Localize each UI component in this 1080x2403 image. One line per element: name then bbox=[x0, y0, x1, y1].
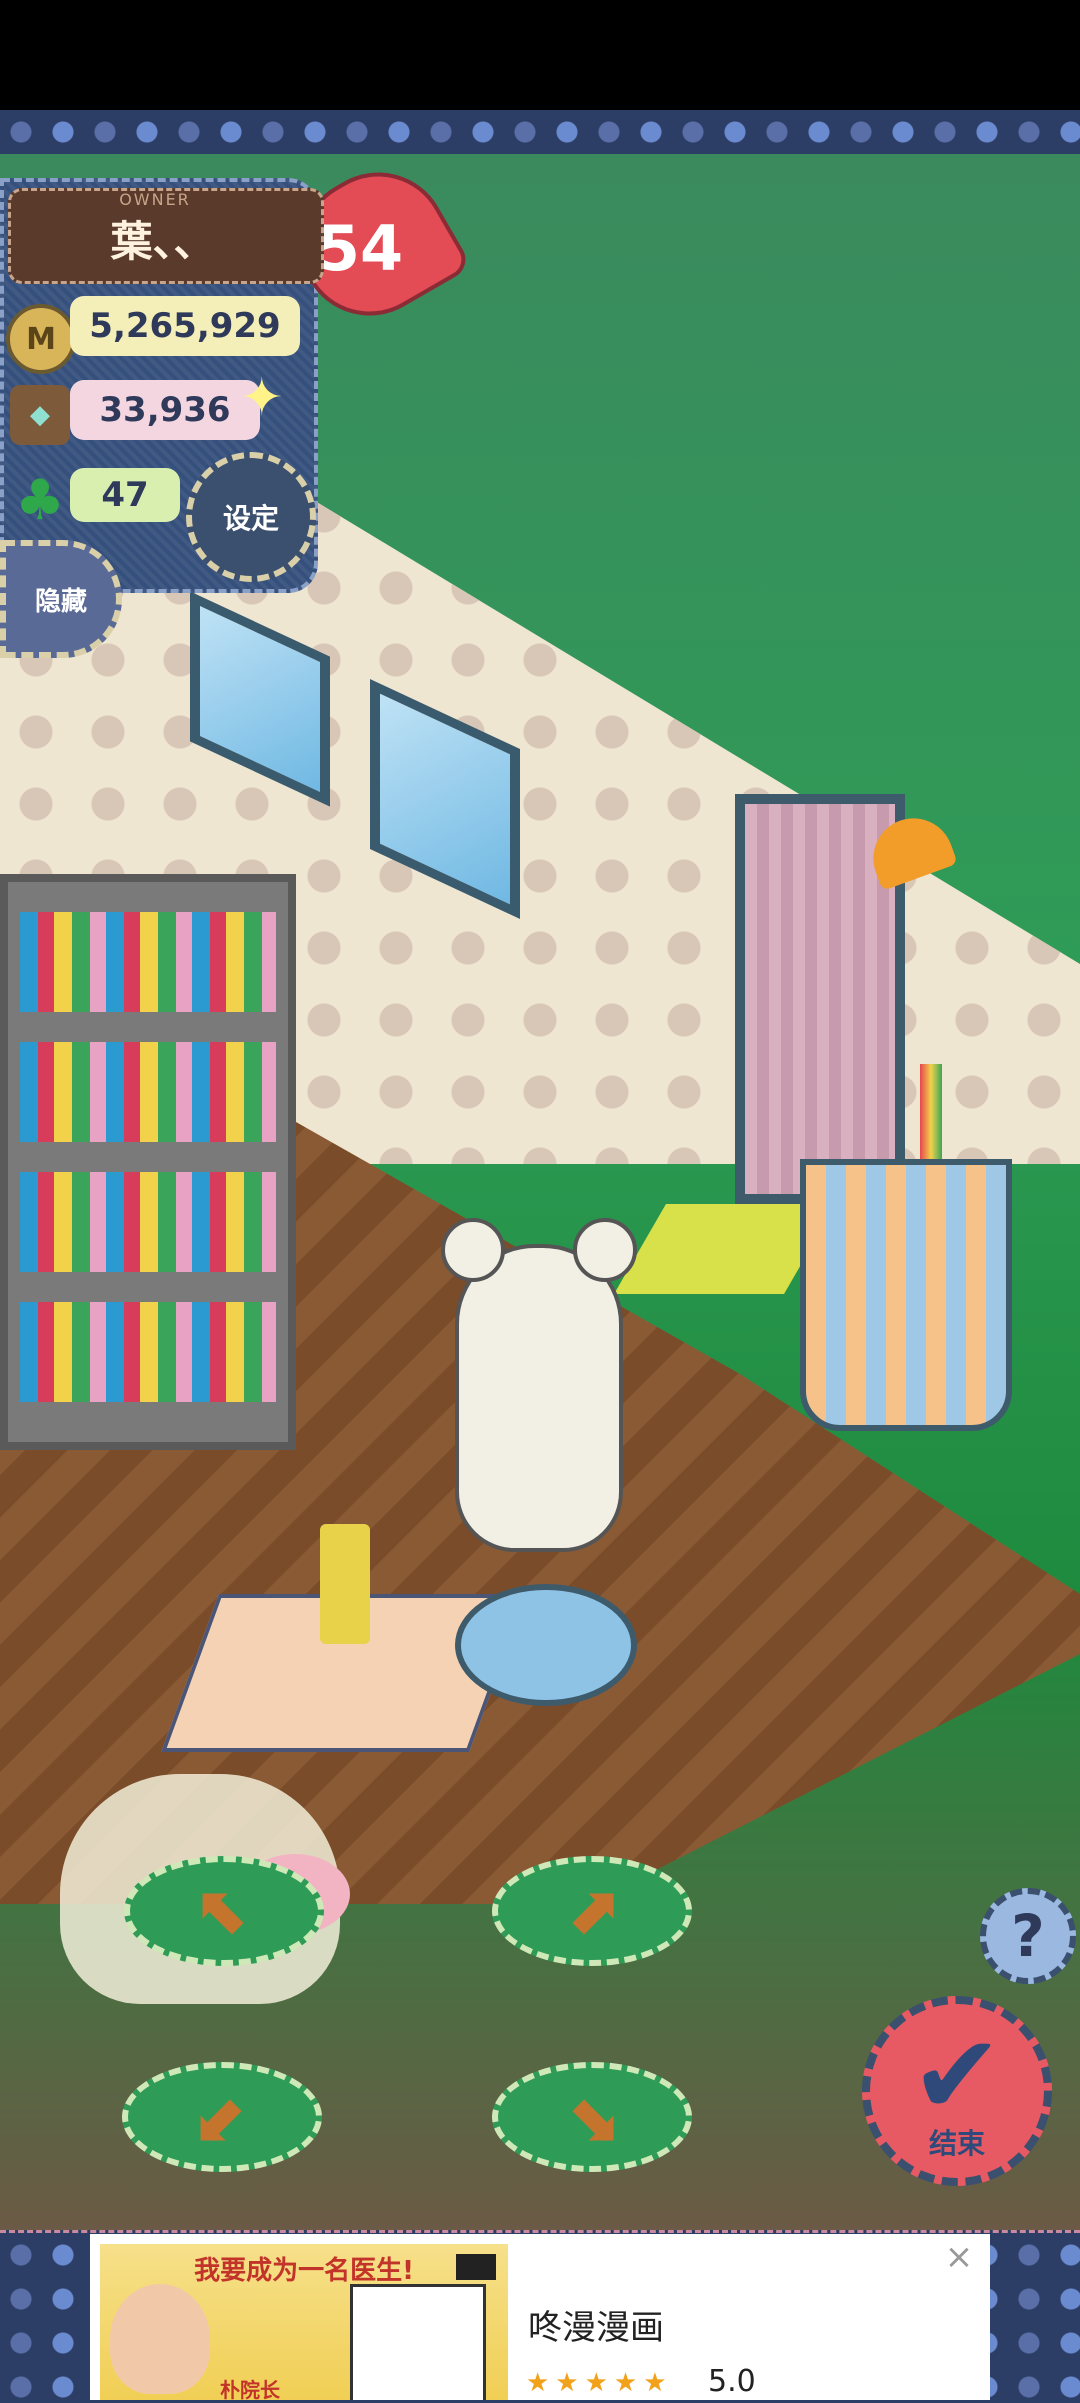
teddy-bear-character[interactable] bbox=[441, 1218, 637, 1552]
ad-badge bbox=[456, 2254, 496, 2280]
ad-image[interactable]: 我要成为一名医生! 朴院长 bbox=[100, 2244, 508, 2400]
book-row bbox=[20, 1302, 276, 1402]
move-up-left-button[interactable]: ⬉ bbox=[124, 1856, 324, 1966]
status-bar bbox=[0, 0, 1080, 110]
giant-cup-decoration[interactable] bbox=[800, 1159, 1012, 1431]
arrow-down-right-icon: ⬊ bbox=[564, 2078, 620, 2155]
ad-rating-value: 5.0 bbox=[708, 2364, 756, 2399]
ad-image-subtitle: 朴院长 bbox=[220, 2378, 280, 2400]
finish-button[interactable]: ✔ 结束 bbox=[862, 1996, 1052, 2186]
ad-comic-panel bbox=[350, 2284, 486, 2400]
move-down-left-button[interactable]: ⬋ bbox=[122, 2062, 322, 2172]
clover-icon: ♣ bbox=[14, 467, 66, 533]
food-basket-icon: ◆ bbox=[10, 385, 70, 445]
close-icon[interactable]: × bbox=[942, 2240, 976, 2274]
book-row bbox=[20, 1172, 276, 1272]
owner-name: 葉、、 bbox=[110, 217, 216, 266]
bookshelf[interactable] bbox=[0, 874, 296, 1450]
ad-character-face bbox=[110, 2284, 210, 2394]
settings-button[interactable]: 设定 bbox=[186, 452, 316, 582]
clover-value: 47 bbox=[70, 468, 180, 522]
ad-image-headline: 我要成为一名医生! bbox=[194, 2256, 414, 2286]
bear-ear bbox=[573, 1218, 637, 1282]
hide-button[interactable]: 隐藏 bbox=[0, 540, 122, 658]
help-button[interactable]: ? bbox=[980, 1888, 1076, 1984]
stock-value: 33,936 bbox=[70, 380, 260, 440]
money-value: 5,265,929 bbox=[70, 296, 300, 356]
arrow-up-right-icon: ⬈ bbox=[564, 1872, 620, 1949]
arrow-up-left-icon: ⬉ bbox=[196, 1872, 252, 1949]
money-coin-icon: M bbox=[6, 304, 76, 374]
ad-app-title[interactable]: 咚漫漫画 bbox=[528, 2300, 664, 2349]
book-row bbox=[20, 1042, 276, 1142]
candelabra bbox=[320, 1524, 370, 1644]
round-stool[interactable] bbox=[455, 1584, 637, 1706]
top-star-strip bbox=[0, 110, 1080, 157]
move-down-right-button[interactable]: ⬊ bbox=[492, 2062, 692, 2172]
book-row bbox=[20, 912, 276, 1012]
checkmark-icon: ✔ bbox=[910, 2011, 1004, 2139]
owner-label: OWNER bbox=[119, 190, 191, 209]
finish-label: 结束 bbox=[928, 2127, 985, 2160]
sparkle-icon: ✦ bbox=[240, 368, 284, 428]
ad-rating-stars: ★★★★★ bbox=[526, 2368, 673, 2398]
arrow-down-left-icon: ⬋ bbox=[194, 2078, 250, 2155]
bear-ear bbox=[441, 1218, 505, 1282]
move-up-right-button[interactable]: ⬈ bbox=[492, 1856, 692, 1966]
